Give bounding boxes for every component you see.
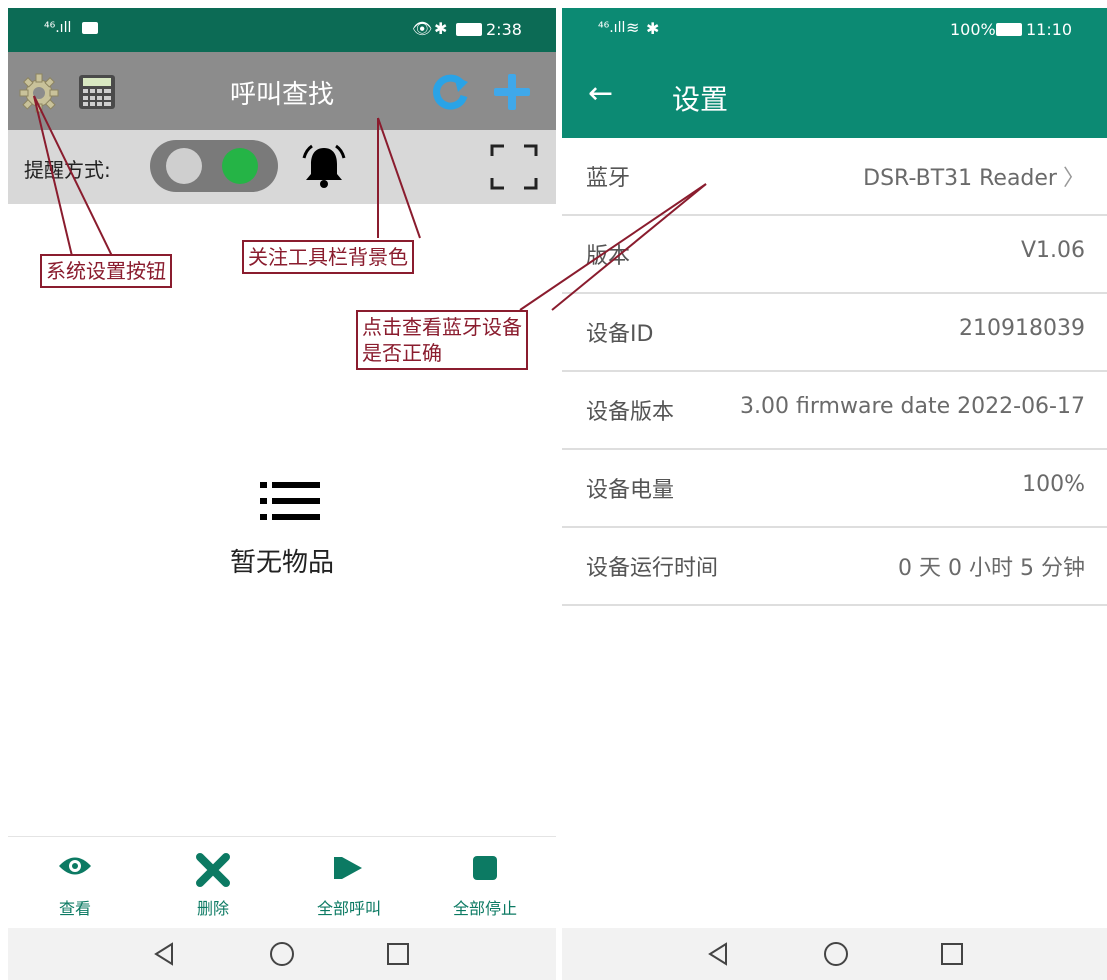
annotation-lines — [33, 95, 707, 311]
annotation-line-2: 是否正确 — [362, 341, 442, 365]
annotation-bluetooth-check: 点击查看蓝牙设备 是否正确 — [356, 310, 528, 370]
annotation-settings-button: 系统设置按钮 — [40, 254, 172, 288]
annotation-toolbar-bg: 关注工具栏背景色 — [242, 240, 414, 274]
annotation-line-1: 点击查看蓝牙设备 — [362, 315, 522, 339]
